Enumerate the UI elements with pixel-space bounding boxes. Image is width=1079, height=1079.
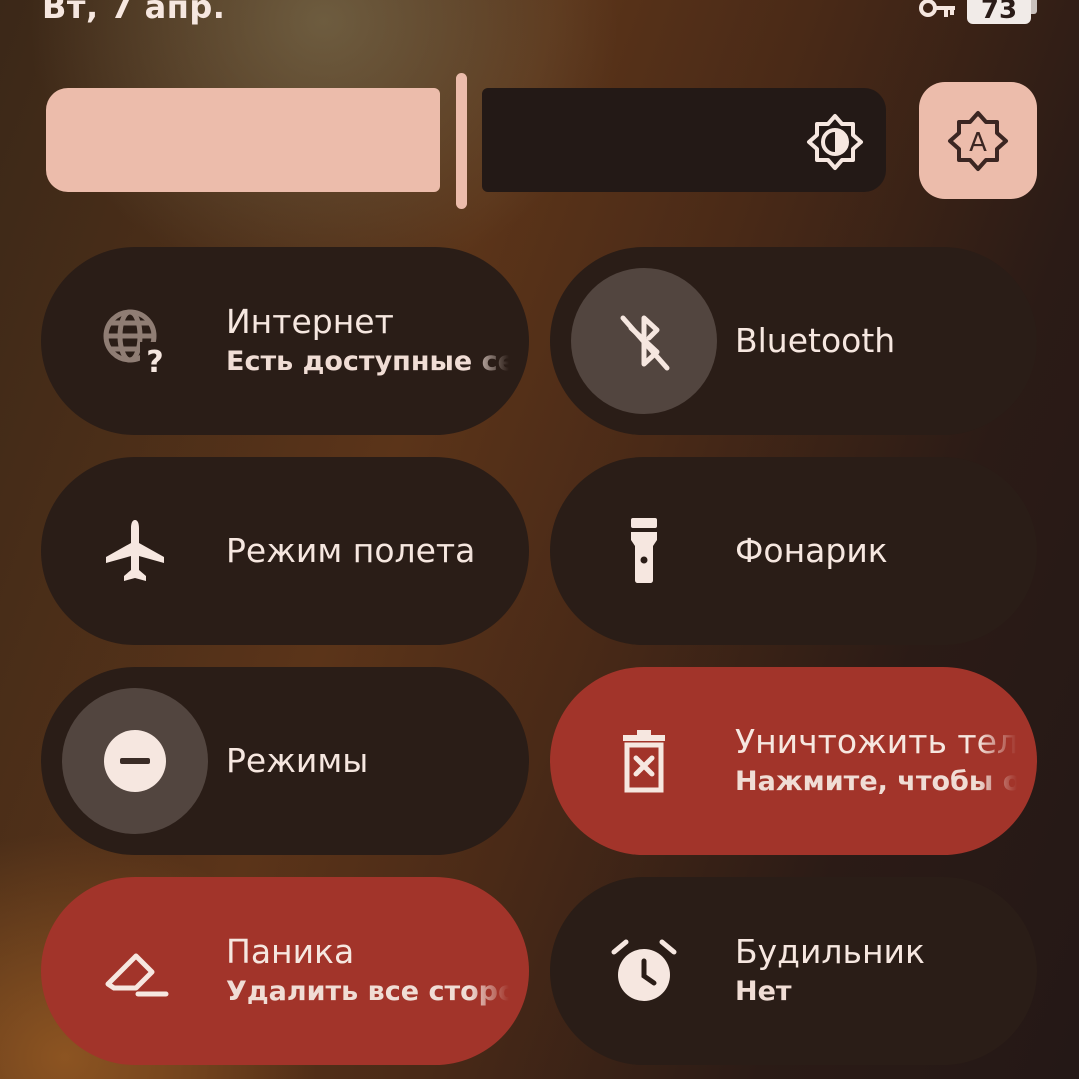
tile-subtitle: Удалить все стороннее [226,976,509,1007]
alarm-clock-icon [611,939,677,1001]
brightness-slider-fill[interactable] [46,88,440,192]
eraser-icon [105,953,169,997]
tile-label: Уничтожить телефон [735,722,1017,761]
tile-icon-area [62,898,208,1044]
tile-modes[interactable]: Режимы [41,667,529,855]
status-bar: Вт, 7 апр. 73 [0,0,1079,40]
brightness-medium-icon [805,112,865,172]
tile-wipe-phone[interactable]: Уничтожить телефон Нажмите, чтобы очисти… [550,667,1037,855]
battery-tip [1031,0,1037,14]
tile-internet[interactable]: ? Интернет Есть доступные сети [41,247,529,435]
tile-icon-area [571,898,717,1044]
tile-label: Интернет [226,302,394,341]
tile-icon-area [571,478,717,624]
tile-label: Будильник [735,932,925,971]
tile-panic[interactable]: Паника Удалить все стороннее [41,877,529,1065]
tile-icon-button[interactable] [62,688,208,834]
tile-bluetooth[interactable]: Bluetooth [550,247,1037,435]
auto-brightness-button[interactable]: A [919,82,1037,199]
do-not-disturb-icon [104,730,166,792]
tile-airplane-mode[interactable]: Режим полета [41,457,529,645]
bluetooth-off-icon [620,315,670,371]
tile-subtitle: Нет [735,976,792,1007]
tile-alarm[interactable]: Будильник Нет [550,877,1037,1065]
battery-level: 73 [967,0,1031,25]
brightness-slider-thumb[interactable] [456,73,467,209]
tile-label: Режимы [226,741,369,780]
tile-icon-area [571,688,717,834]
tile-label: Паника [226,932,355,971]
tile-label: Фонарик [735,531,888,570]
svg-text:A: A [969,128,987,158]
tile-label: Режим полета [226,531,476,570]
flashlight-icon [631,518,657,583]
trash-x-icon [623,730,665,793]
tile-label: Bluetooth [735,321,896,360]
status-date: Вт, 7 апр. [42,0,226,26]
svg-text:?: ? [146,345,163,376]
tile-subtitle: Нажмите, чтобы очистить [735,766,1017,797]
tile-icon-area: ? [62,268,208,414]
key-icon [918,0,956,26]
tile-subtitle: Есть доступные сети [226,346,509,377]
tile-icon-button[interactable] [571,268,717,414]
globe-question-icon: ? [103,309,170,376]
tile-icon-area [62,478,208,624]
airplane-icon [106,520,164,581]
tile-flashlight[interactable]: Фонарик [550,457,1037,645]
brightness-auto-icon: A [948,111,1008,171]
